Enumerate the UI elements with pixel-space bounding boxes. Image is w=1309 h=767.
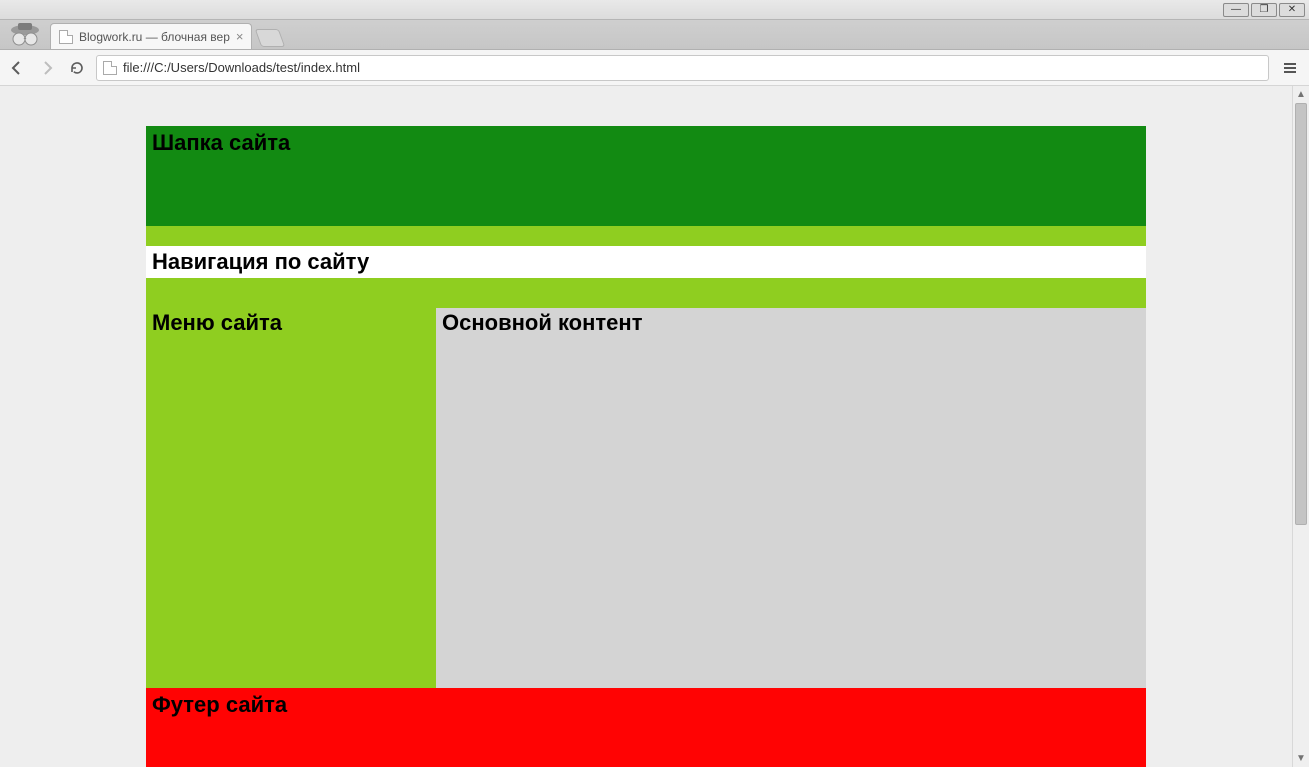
site-sidebar-title: Меню сайта — [146, 308, 436, 338]
browser-tabstrip: Blogwork.ru — блочная вер × — [0, 20, 1309, 50]
forward-button[interactable] — [36, 55, 58, 81]
browser-toolbar: file:///C:/Users/Downloads/test/index.ht… — [0, 50, 1309, 86]
site-content-block: Основной контент — [436, 308, 1146, 688]
site-nav-block: Навигация по сайту — [146, 246, 1146, 278]
address-url: file:///C:/Users/Downloads/test/index.ht… — [123, 60, 360, 75]
new-tab-button[interactable] — [255, 29, 286, 47]
page-icon — [103, 61, 117, 75]
back-button[interactable] — [6, 55, 28, 81]
incognito-icon — [0, 19, 50, 49]
scroll-thumb[interactable] — [1295, 103, 1307, 525]
page-viewport: Шапка сайта Навигация по сайту Меню сайт… — [0, 86, 1292, 767]
page-wrapper: Шапка сайта Навигация по сайту Меню сайт… — [146, 126, 1146, 767]
reload-icon — [69, 60, 85, 76]
site-footer-title: Футер сайта — [146, 688, 1146, 722]
window-close-button[interactable]: ✕ — [1279, 3, 1305, 17]
arrow-right-icon — [39, 60, 55, 76]
reload-button[interactable] — [66, 55, 88, 81]
hamburger-icon — [1283, 61, 1297, 75]
tab-title: Blogwork.ru — блочная вер — [79, 30, 230, 44]
tab-close-button[interactable]: × — [236, 30, 244, 43]
layout-gap — [146, 226, 1146, 246]
window-maximize-button[interactable]: ❐ — [1251, 3, 1277, 17]
site-sidebar-block: Меню сайта — [146, 308, 436, 688]
browser-menu-button[interactable] — [1277, 55, 1303, 81]
window-titlebar: — ❐ ✕ — [0, 0, 1309, 20]
scroll-down-button[interactable]: ▼ — [1293, 750, 1309, 767]
address-bar[interactable]: file:///C:/Users/Downloads/test/index.ht… — [96, 55, 1269, 81]
window-minimize-button[interactable]: — — [1223, 3, 1249, 17]
vertical-scrollbar[interactable]: ▲ ▼ — [1292, 86, 1309, 767]
page-icon — [59, 30, 73, 44]
site-nav-title: Навигация по сайту — [146, 246, 1146, 278]
site-middle-row: Меню сайта Основной контент — [146, 278, 1146, 688]
browser-tab[interactable]: Blogwork.ru — блочная вер × — [50, 23, 252, 49]
site-footer-block: Футер сайта — [146, 688, 1146, 767]
site-header-block: Шапка сайта — [146, 126, 1146, 226]
site-content-title: Основной контент — [436, 308, 1146, 338]
site-header-title: Шапка сайта — [146, 126, 1146, 160]
scroll-up-button[interactable]: ▲ — [1293, 86, 1309, 103]
arrow-left-icon — [9, 60, 25, 76]
